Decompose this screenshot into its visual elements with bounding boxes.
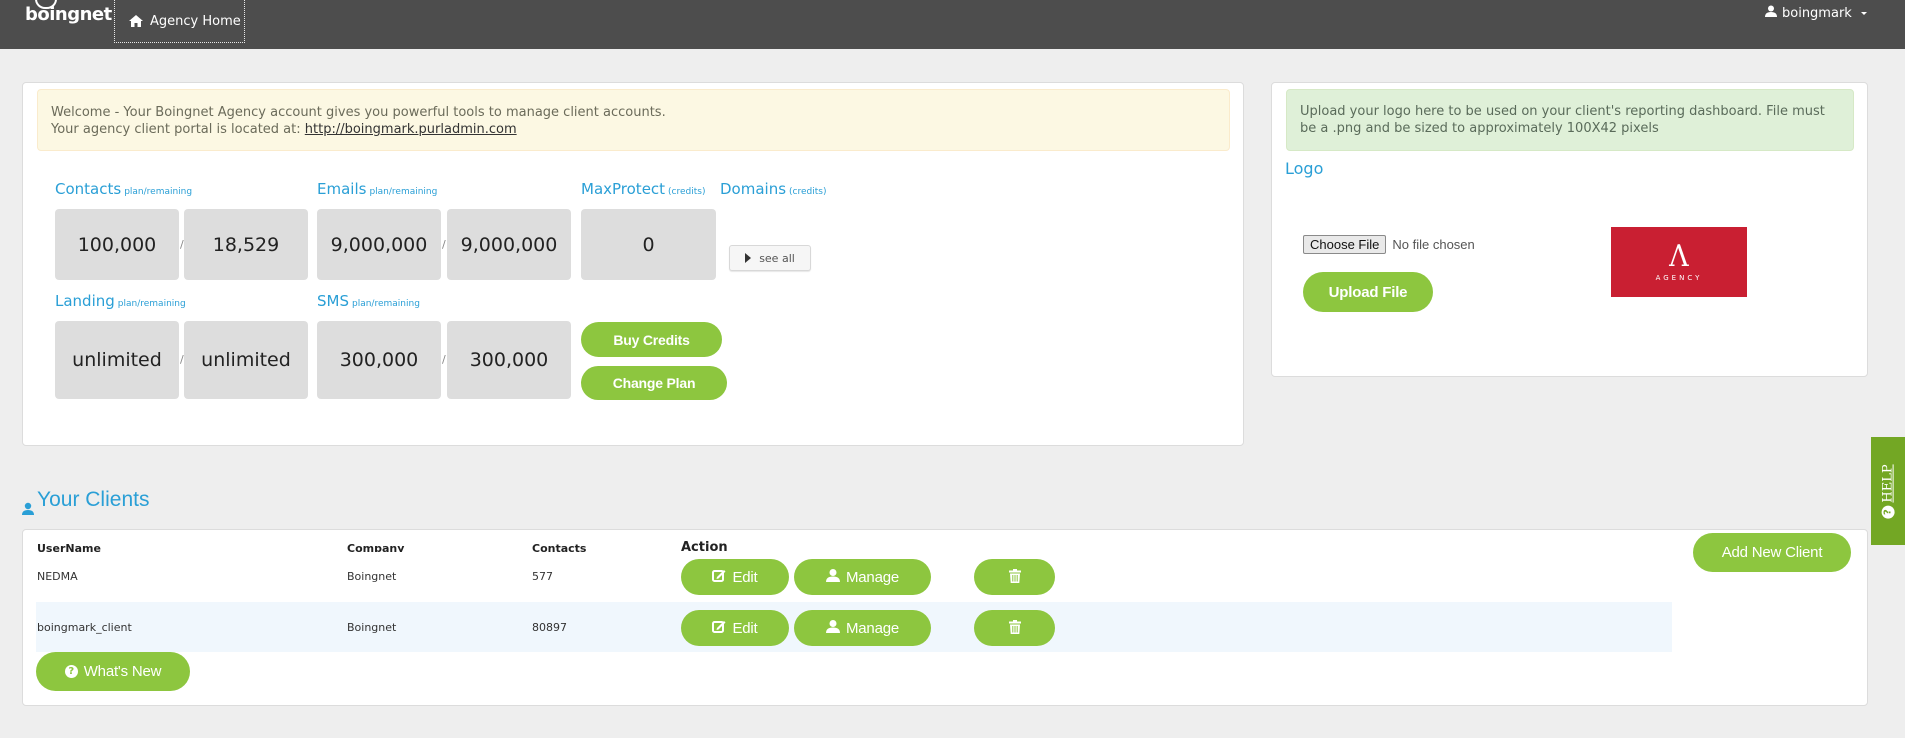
nav-agency-home-label: Agency Home	[150, 13, 241, 29]
landing-remaining-value: unlimited	[184, 321, 308, 399]
boingnet-logo[interactable]: boingnet	[25, 0, 112, 25]
portal-prefix: Your agency client portal is located at:	[51, 122, 305, 137]
whats-new-button[interactable]: ? What's New	[36, 652, 190, 691]
change-plan-button[interactable]: Change Plan	[581, 366, 727, 400]
cell-username: boingmark_client	[37, 621, 132, 634]
sms-plan-value: 300,000	[317, 321, 441, 399]
contacts-remaining-value: 18,529	[184, 209, 308, 280]
agency-logo-word: AGENCY	[1655, 274, 1703, 282]
cell-username: NEDMA	[37, 570, 78, 583]
table-row: boingmark_client Boingnet 80897 Edit Man…	[36, 602, 1672, 652]
cell-company: Boingnet	[347, 621, 397, 634]
edit-button[interactable]: Edit	[681, 610, 789, 646]
top-navbar: boingnet Agency Home boingmark	[0, 0, 1905, 49]
clients-table-panel: UserName Company Contacts Action NEDMA B…	[22, 529, 1868, 706]
add-new-client-button[interactable]: Add New Client	[1693, 533, 1851, 572]
agency-logo-mark: Λ	[1669, 239, 1689, 274]
portal-link[interactable]: http://boingmark.purladmin.com	[305, 122, 517, 137]
whats-new-label: What's New	[83, 663, 162, 680]
question-circle-icon: ?	[1881, 505, 1895, 519]
question-circle-icon: ?	[64, 665, 78, 678]
logo-file-input[interactable]: Choose File No file chosen	[1303, 235, 1475, 254]
domains-label: Domains (credits)	[720, 180, 827, 198]
user-icon	[825, 568, 840, 586]
domains-see-all-button[interactable]: see all	[729, 245, 811, 271]
user-icon	[1765, 5, 1777, 21]
contacts-label: Contacts plan/remaining	[55, 180, 193, 198]
chevron-down-icon	[1860, 11, 1867, 15]
landing-label: Landing plan/remaining	[55, 292, 186, 310]
portal-line: Your agency client portal is located at:…	[51, 121, 1216, 138]
user-icon	[22, 497, 34, 515]
brand-name: boingnet	[25, 4, 112, 25]
table-row: NEDMA Boingnet 577 Edit Manage	[36, 552, 1672, 602]
emails-label: Emails plan/remaining	[317, 180, 438, 198]
maxprotect-label: MaxProtect (credits)	[581, 180, 706, 198]
your-clients-heading: Your Clients	[22, 488, 150, 515]
no-file-chosen-text: No file chosen	[1392, 237, 1475, 252]
emails-remaining-value: 9,000,000	[447, 209, 571, 280]
trash-icon	[1008, 619, 1021, 637]
welcome-alert: Welcome - Your Boingnet Agency account g…	[37, 89, 1230, 151]
manage-button[interactable]: Manage	[794, 610, 931, 646]
maxprotect-value: 0	[581, 209, 716, 280]
separator: /	[442, 353, 446, 366]
sms-label: SMS plan/remaining	[317, 292, 420, 310]
caret-right-icon	[745, 253, 752, 263]
edit-icon	[712, 619, 726, 637]
delete-button[interactable]	[974, 559, 1055, 595]
user-icon	[825, 619, 840, 637]
logo-upload-notice: Upload your logo here to be used on your…	[1286, 89, 1854, 151]
home-icon	[129, 15, 143, 27]
welcome-text: Welcome - Your Boingnet Agency account g…	[51, 105, 666, 120]
cell-company: Boingnet	[347, 570, 397, 583]
help-label: HELP	[1880, 463, 1896, 503]
nav-agency-home[interactable]: Agency Home	[114, 0, 245, 43]
manage-button[interactable]: Manage	[794, 559, 931, 595]
see-all-label: see all	[759, 251, 795, 265]
separator: /	[442, 238, 446, 251]
user-menu-dropdown[interactable]: boingmark	[1765, 5, 1867, 21]
emails-plan-value: 9,000,000	[317, 209, 441, 280]
logo-upload-panel: Upload your logo here to be used on your…	[1271, 82, 1868, 377]
edit-label: Edit	[732, 619, 758, 637]
upload-file-button[interactable]: Upload File	[1303, 272, 1433, 312]
edit-icon	[712, 568, 726, 586]
your-clients-title: Your Clients	[37, 488, 150, 511]
logo-section-title: Logo	[1285, 159, 1324, 178]
edit-label: Edit	[732, 568, 758, 586]
landing-plan-value: unlimited	[55, 321, 179, 399]
help-tab[interactable]: ? HELP	[1871, 437, 1905, 545]
cell-contacts: 80897	[532, 621, 567, 634]
manage-label: Manage	[845, 619, 899, 637]
cell-contacts: 577	[532, 570, 553, 583]
sms-remaining-value: 300,000	[447, 321, 571, 399]
username-label: boingmark	[1782, 5, 1852, 21]
contacts-plan-value: 100,000	[55, 209, 179, 280]
choose-file-button[interactable]: Choose File	[1303, 235, 1387, 254]
edit-button[interactable]: Edit	[681, 559, 789, 595]
current-logo-image: Λ AGENCY	[1611, 227, 1747, 297]
delete-button[interactable]	[974, 610, 1055, 646]
manage-label: Manage	[845, 568, 899, 586]
account-summary-panel: Welcome - Your Boingnet Agency account g…	[22, 82, 1244, 446]
trash-icon	[1008, 568, 1021, 586]
buy-credits-button[interactable]: Buy Credits	[581, 322, 722, 357]
